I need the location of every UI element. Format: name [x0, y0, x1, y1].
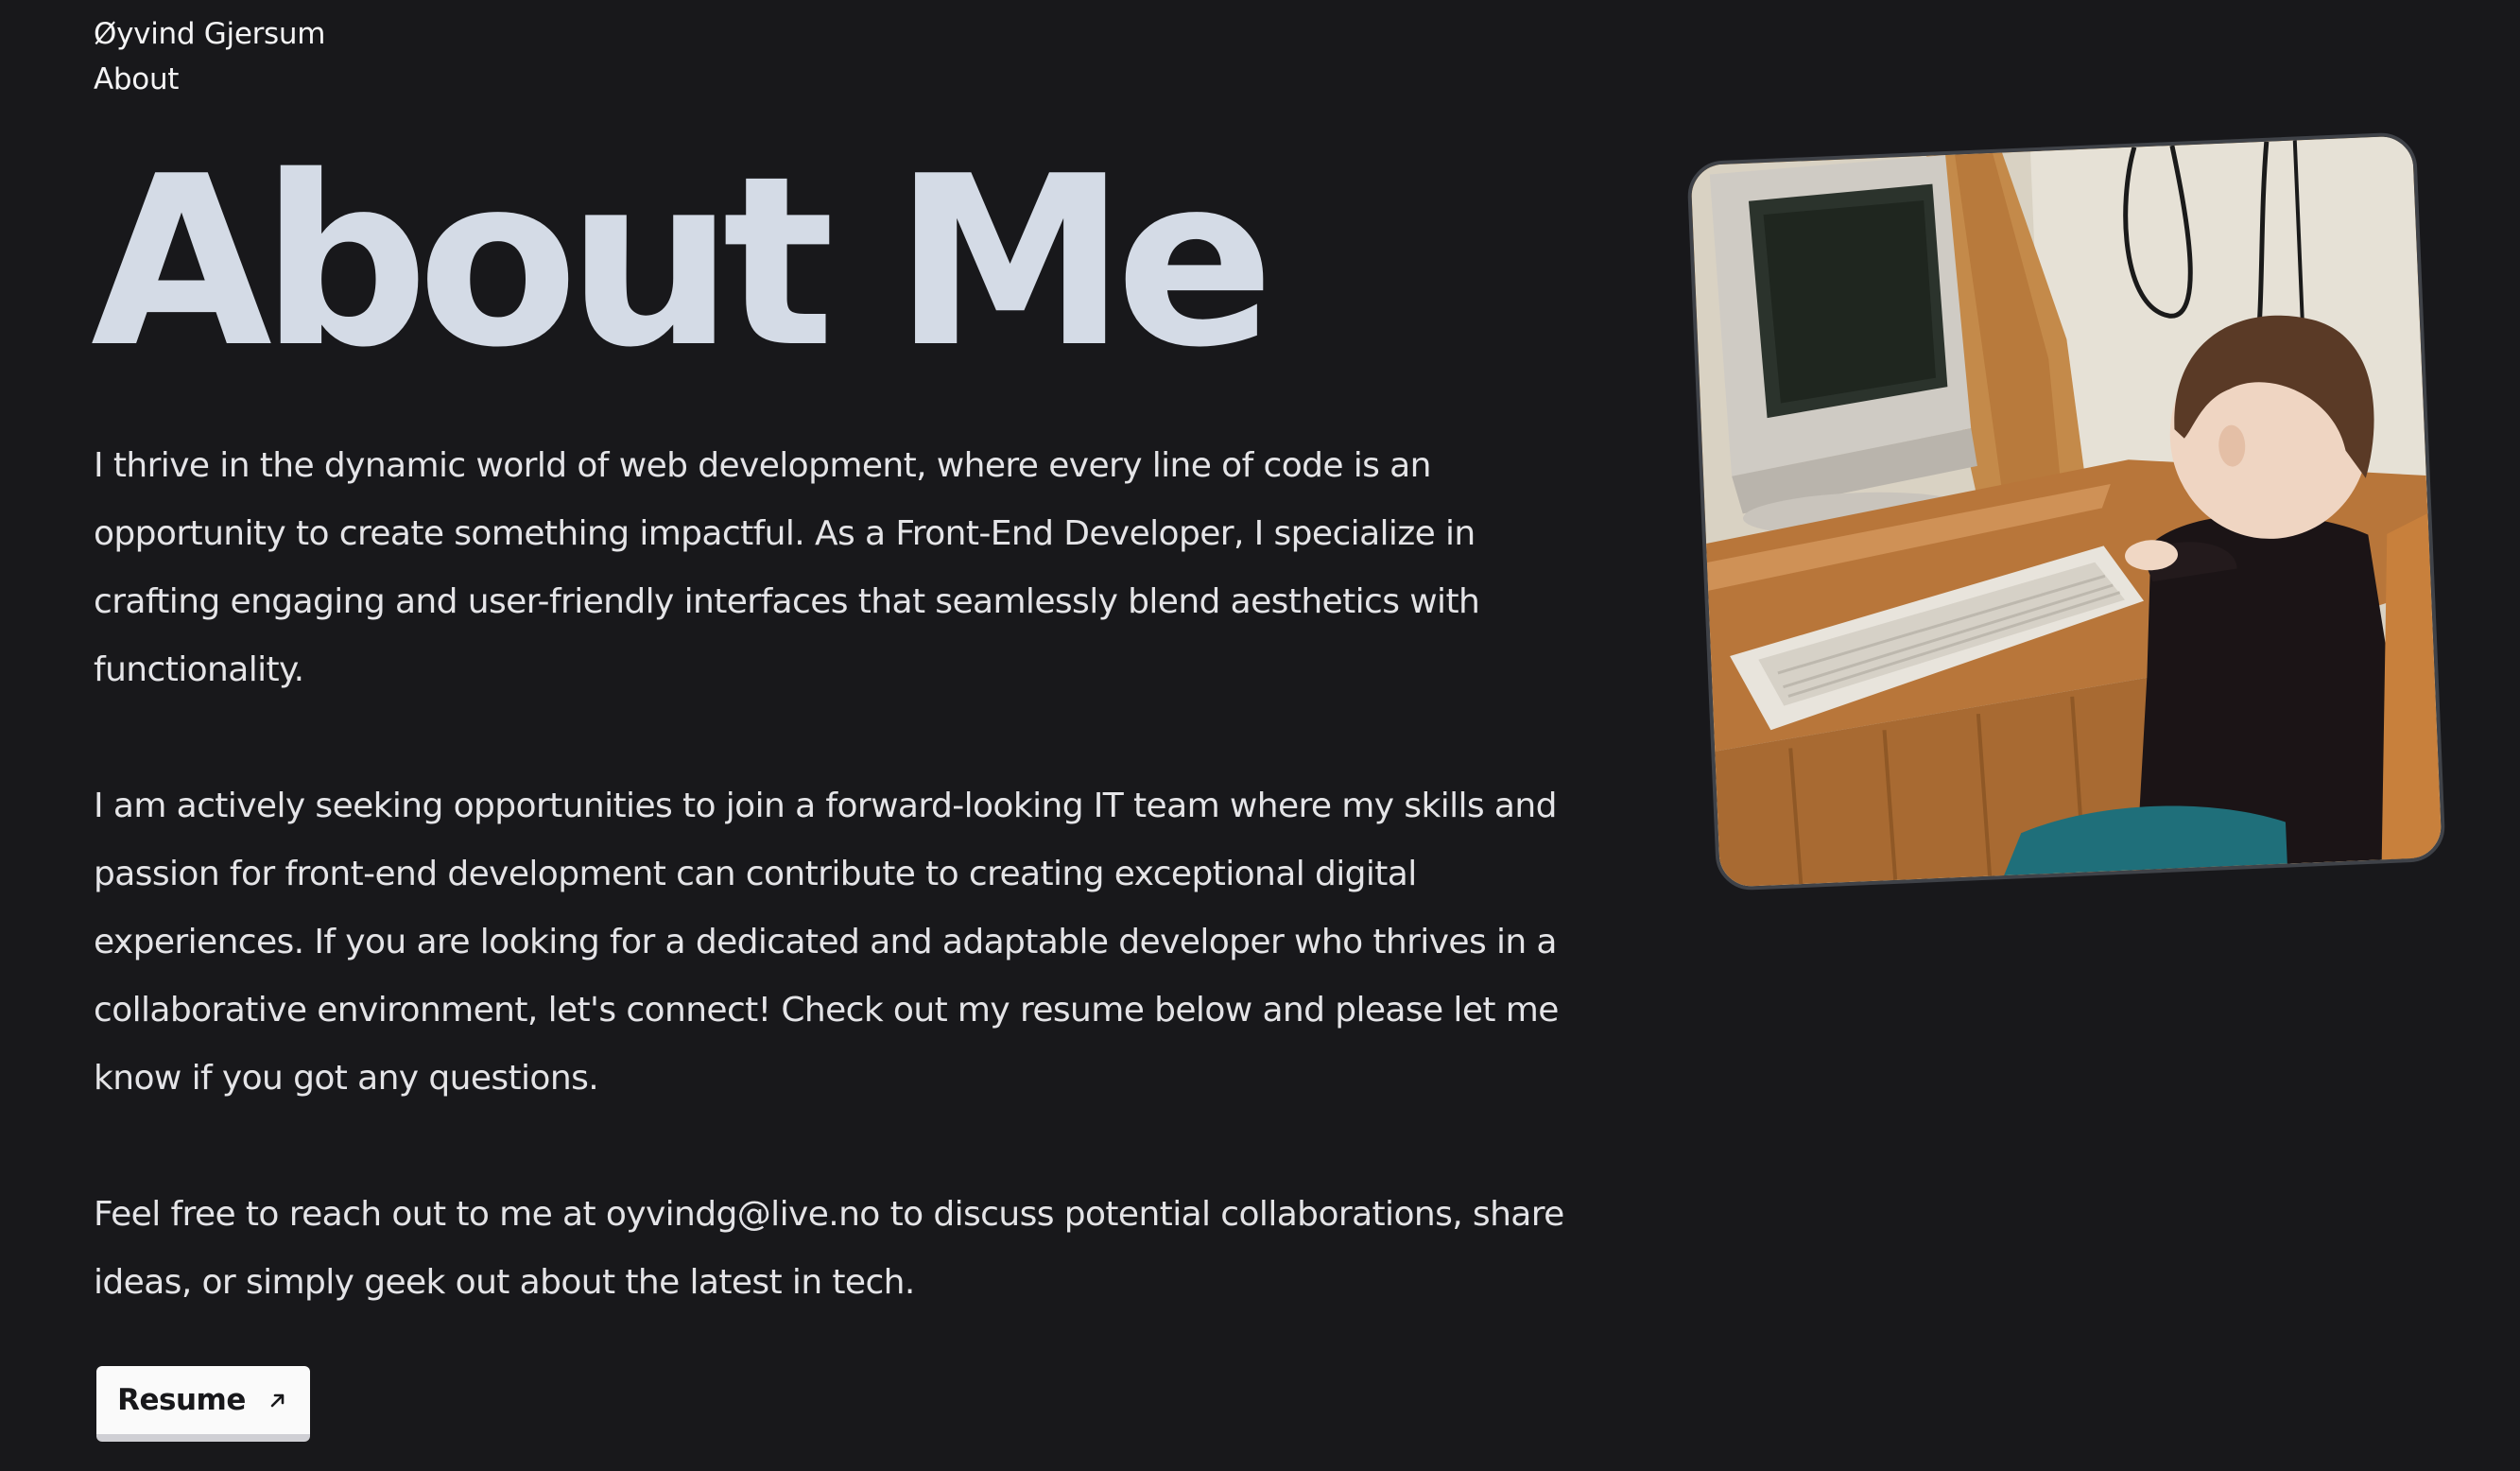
page-title: About Me [91, 127, 1274, 399]
breadcrumb: Øyvind Gjersum About [94, 11, 325, 102]
profile-photo [1686, 131, 2446, 891]
contact-paragraph: Feel free to reach out to me at oyvindg@… [94, 1195, 1564, 1302]
intro-paragraph: I thrive in the dynamic world of web dev… [94, 446, 1480, 689]
home-link[interactable]: Øyvind Gjersum [94, 11, 325, 57]
about-content: I thrive in the dynamic world of web dev… [94, 432, 1606, 1385]
about-link[interactable]: About [94, 57, 325, 102]
arrow-up-right-icon [267, 1389, 289, 1411]
seeking-paragraph: I am actively seeking opportunities to j… [94, 787, 1559, 1098]
resume-button[interactable]: Resume [96, 1366, 310, 1442]
childhood-computer-photo [1690, 135, 2442, 888]
resume-button-label: Resume [117, 1383, 246, 1417]
